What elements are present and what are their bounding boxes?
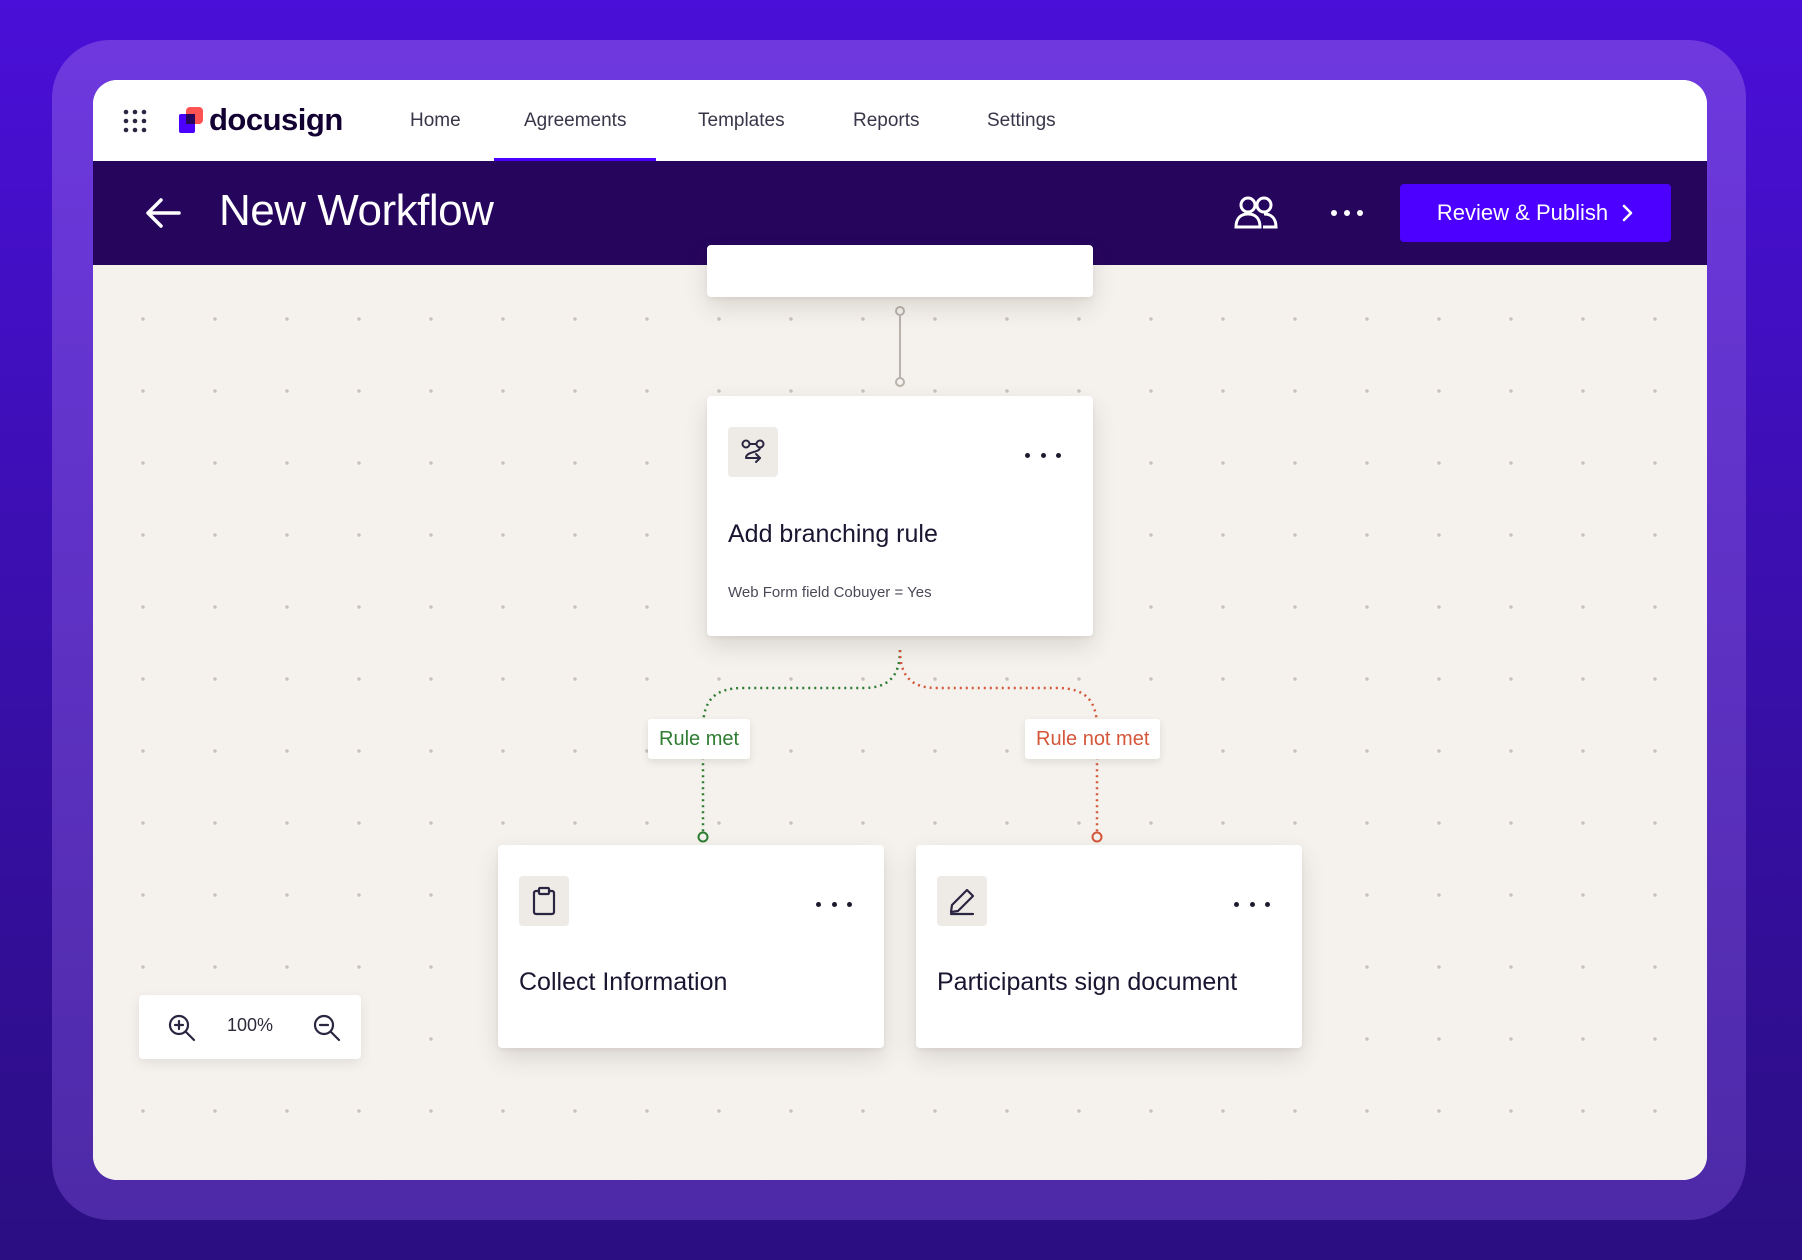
card-more-button[interactable] [1025,448,1061,462]
sign-document-card[interactable]: Participants sign document [916,845,1302,1048]
dot-icon [1331,210,1337,216]
review-publish-button[interactable]: Review & Publish [1400,184,1671,242]
previous-step-card[interactable] [707,245,1093,297]
dot-icon [1265,901,1270,907]
rule-not-met-label: Rule not met [1025,719,1161,759]
branch-icon [741,439,765,463]
chevron-right-icon [1622,204,1633,222]
zoom-in-icon[interactable] [167,1013,197,1043]
dot-icon [847,901,852,907]
page-title: New Workflow [219,186,494,235]
dot-icon [816,901,821,907]
card-more-button[interactable] [816,897,852,911]
logo-text: docusign [209,102,343,137]
app-window: docusign Home Agreements Templates Repor… [93,80,1707,1180]
dot-icon [831,901,837,907]
rule-met-label: Rule met [648,719,751,759]
dot-icon [1025,452,1030,458]
card-title: Collect Information [519,968,728,996]
nav-settings[interactable]: Settings [987,80,1056,161]
back-arrow-icon[interactable] [143,195,183,231]
zoom-controls: 100% [139,995,361,1059]
clipboard-icon-box [519,876,569,926]
branching-rule-card[interactable]: Add branching rule Web Form field Cobuye… [707,396,1093,636]
top-nav: docusign Home Agreements Templates Repor… [93,80,1707,161]
pen-icon-box [937,876,987,926]
dot-icon [1056,452,1061,458]
nav-reports[interactable]: Reports [853,80,920,161]
dot-icon [1357,210,1363,216]
card-more-button[interactable] [1234,897,1270,911]
clipboard-icon [532,886,556,916]
zoom-out-icon[interactable] [312,1013,342,1043]
card-subtitle: Web Form field Cobuyer = Yes [728,584,932,601]
zoom-level: 100% [227,1015,274,1035]
publish-label: Review & Publish [1436,200,1609,225]
workflow-canvas[interactable]: Add branching rule Web Form field Cobuye… [93,245,1707,1180]
dot-icon [1234,901,1239,907]
app-launcher-icon[interactable] [123,109,147,133]
more-options-button[interactable] [1325,195,1369,231]
dot-icon [1344,210,1350,216]
branch-icon-box [728,427,778,477]
nav-templates[interactable]: Templates [698,80,785,161]
dot-icon [1249,901,1255,907]
card-title: Participants sign document [937,968,1238,996]
pen-icon [949,888,975,916]
collect-information-card[interactable]: Collect Information [498,845,884,1048]
docusign-logo[interactable]: docusign [177,102,343,138]
card-title: Add branching rule [728,520,938,548]
nav-home[interactable]: Home [410,80,461,161]
nav-agreements[interactable]: Agreements [493,80,658,161]
docusign-logo-mark-icon [179,107,203,133]
participants-icon[interactable] [1233,193,1279,233]
dot-icon [1040,452,1046,458]
